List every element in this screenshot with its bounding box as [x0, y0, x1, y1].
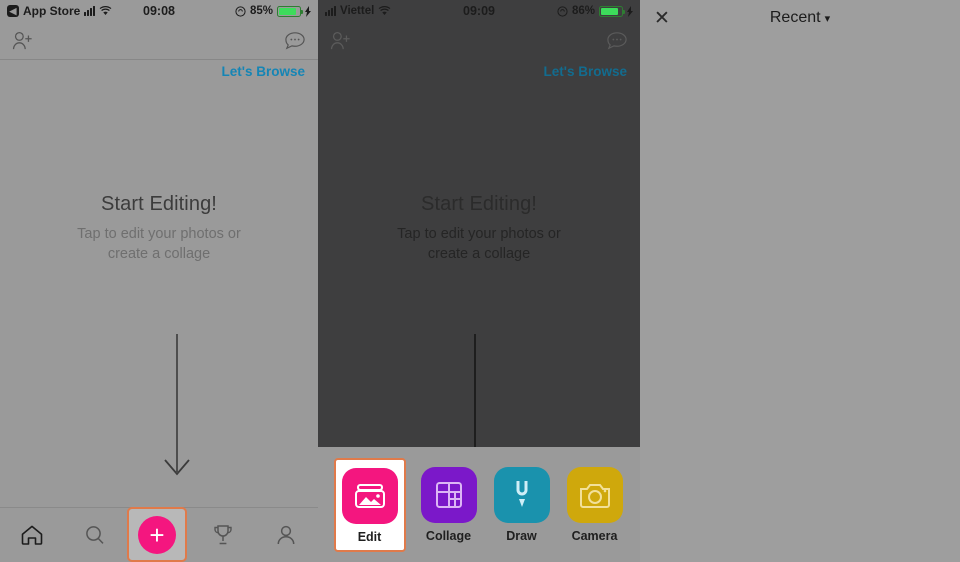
vertical-guide-line	[474, 334, 476, 447]
action-edit[interactable]: Edit	[333, 457, 406, 552]
status-bar-panel2: Viettel 09:09 86%	[318, 0, 640, 22]
down-arrow-icon	[164, 334, 190, 476]
empty-state-subtitle-2: create a collage	[107, 245, 211, 262]
action-collage-label: Collage	[425, 528, 472, 543]
create-action-bar: Edit Collage Draw Camera	[318, 447, 640, 562]
empty-state-subtitle-2: create a collage	[427, 245, 531, 262]
battery-percent: 86%	[571, 5, 595, 17]
lets-browse-link[interactable]: Let's Browse	[544, 64, 628, 79]
lightning-icon	[627, 5, 633, 17]
battery-percent: 85%	[249, 5, 273, 17]
action-draw[interactable]: Draw	[492, 466, 552, 543]
panel-app-home: ◀ App Store 09:08 85% Let's Browse Start…	[0, 0, 318, 562]
camera-icon	[566, 466, 623, 523]
three-panel-screenshot: ◀ App Store 09:08 85% Let's Browse Start…	[0, 0, 960, 562]
app-bar-divider	[0, 59, 318, 60]
chat-bubble-icon[interactable]	[606, 31, 628, 51]
person-icon	[277, 525, 295, 545]
chevron-down-icon: ▾	[824, 13, 831, 25]
action-camera[interactable]: Camera	[565, 466, 625, 543]
photo-edit-icon	[341, 467, 398, 524]
home-icon	[21, 525, 43, 545]
sidebar-item-search[interactable]	[75, 524, 115, 546]
search-icon	[86, 526, 104, 544]
sidebar-item-profile[interactable]	[266, 524, 306, 546]
status-bar-panel1: ◀ App Store 09:08 85%	[0, 0, 318, 22]
picker-title: Recent	[769, 9, 821, 26]
plus-icon[interactable]: +	[138, 515, 176, 554]
rotation-lock-icon	[557, 5, 568, 17]
lightning-icon	[305, 5, 311, 17]
action-edit-label: Edit	[357, 529, 382, 544]
grid-collage-icon	[420, 466, 477, 523]
app-bar-panel1	[0, 22, 318, 59]
sidebar-item-challenges[interactable]	[203, 524, 243, 546]
action-draw-label: Draw	[506, 528, 537, 543]
empty-state-subtitle-1: Tap to edit your photos or	[77, 226, 241, 242]
panel-photo-picker: ✕ Recent▾ TRUYỀN NHÂN SẮM TẾT 2018 23-26…	[640, 0, 960, 562]
lets-browse-link[interactable]: Let's Browse	[222, 64, 306, 79]
sidebar-item-home[interactable]	[12, 524, 52, 546]
draw-brush-icon	[493, 466, 550, 523]
close-icon[interactable]: ✕	[654, 9, 670, 28]
add-person-icon[interactable]	[330, 31, 352, 51]
battery-icon	[277, 5, 303, 17]
action-camera-label: Camera	[571, 528, 618, 543]
rotation-lock-icon	[235, 5, 246, 17]
create-button-highlight[interactable]: +	[127, 507, 187, 562]
empty-state-panel1: Start Editing! Tap to edit your photos o…	[0, 193, 318, 264]
app-bar-panel2	[318, 22, 640, 59]
chat-bubble-icon[interactable]	[284, 31, 306, 51]
empty-state-panel2: Start Editing! Tap to edit your photos o…	[318, 193, 640, 264]
album-selector[interactable]: Recent ▾	[640, 9, 960, 27]
picker-header: ✕ Recent ▾	[640, 0, 960, 36]
empty-state-title: Start Editing!	[101, 193, 217, 215]
add-person-icon[interactable]	[12, 31, 34, 51]
battery-icon	[599, 5, 625, 17]
action-collage[interactable]: Collage	[419, 466, 479, 543]
empty-state-title: Start Editing!	[421, 193, 537, 215]
trophy-icon	[213, 525, 232, 545]
empty-state-subtitle-1: Tap to edit your photos or	[397, 226, 561, 242]
